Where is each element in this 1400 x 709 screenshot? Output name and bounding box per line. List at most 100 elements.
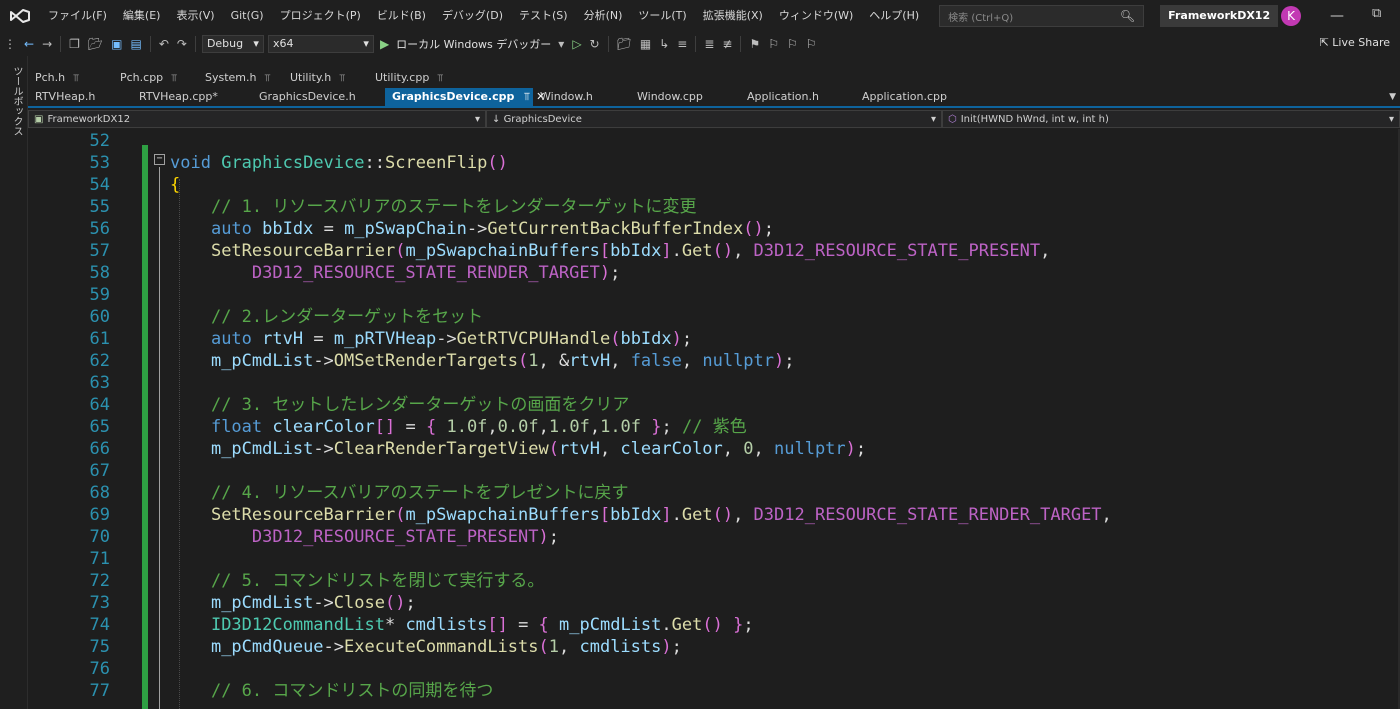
menu-tools[interactable]: ツール(T) (630, 0, 694, 32)
code-line[interactable]: void GraphicsDevice::ScreenFlip() (170, 152, 508, 174)
tab-application-h[interactable]: Application.h (740, 88, 855, 106)
menu-edit[interactable]: 編集(E) (115, 0, 169, 32)
start-debugging-icon[interactable]: ▶ (376, 37, 393, 51)
tab-window-h[interactable]: Window.h (533, 88, 630, 106)
pin-icon[interactable]: ⫪ (520, 90, 530, 103)
code-line[interactable]: { (170, 174, 180, 196)
pinned-tab[interactable]: Pch.cpp ⫪ (113, 71, 198, 84)
tab-rtvheap-cpp[interactable]: RTVHeap.cpp* (132, 88, 252, 106)
clear-bookmarks-icon[interactable]: ⚐ (802, 37, 821, 51)
tab-label: Window.cpp (637, 90, 703, 103)
code-line[interactable]: // 4. リソースバリアのステートをプレゼントに戻す (170, 482, 629, 504)
tab-overflow-chevron-icon[interactable]: ▼ (1389, 92, 1396, 102)
navigate-forward-icon[interactable]: → (38, 37, 56, 51)
code-line[interactable]: // 5. コマンドリストを閉じて実行する。 (170, 570, 544, 592)
code-line[interactable]: SetResourceBarrier(m_pSwapchainBuffers[b… (170, 240, 1050, 262)
line-number: 73 (89, 593, 110, 613)
pin-icon[interactable]: ⫪ (437, 73, 443, 84)
menu-extensions[interactable]: 拡張機能(X) (695, 0, 771, 32)
tab-rtvheap-h[interactable]: RTVHeap.h (28, 88, 132, 106)
redo-icon[interactable]: ↷ (173, 37, 191, 51)
new-project-icon[interactable]: ❐ (65, 37, 84, 51)
menu-view[interactable]: 表示(V) (168, 0, 222, 32)
menu-build[interactable]: ビルド(B) (369, 0, 434, 32)
search-input[interactable]: 検索 (Ctrl+Q) 🔍︎ (939, 5, 1145, 27)
code-line[interactable]: // 6. コマンドリストの同期を待つ (170, 680, 493, 702)
save-all-icon[interactable]: ▤ (126, 37, 145, 51)
restore-icon[interactable]: ⧉ (1372, 6, 1381, 21)
tab-window-cpp[interactable]: Window.cpp (630, 88, 740, 106)
pinned-tab[interactable]: Utility.h ⫪ (283, 71, 368, 84)
code-line[interactable]: m_pCmdList->ClearRenderTargetView(rtvH, … (170, 438, 866, 460)
minimize-icon[interactable]: — (1330, 8, 1344, 24)
menu-analyze[interactable]: 分析(N) (576, 0, 631, 32)
code-line[interactable]: m_pCmdList->OMSetRenderTargets(1, &rtvH,… (170, 350, 795, 372)
code-line[interactable]: SetResourceBarrier(m_pSwapchainBuffers[b… (170, 504, 1112, 526)
save-icon[interactable]: ▣ (107, 37, 126, 51)
code-line[interactable]: float clearColor[] = { 1.0f,0.0f,1.0f,1.… (170, 416, 747, 438)
account-avatar[interactable]: K (1281, 6, 1301, 26)
toolbar-separator (60, 36, 62, 52)
code-line[interactable]: ID3D12CommandList* cmdlists[] = { m_pCmd… (170, 614, 754, 636)
comment-out-icon[interactable]: ≣ (700, 37, 718, 51)
tab-graphicsdevice-cpp[interactable]: GraphicsDevice.cpp ⫪ ✕ (385, 88, 545, 106)
method-icon: ⬡ (948, 113, 957, 125)
line-number: 76 (89, 659, 110, 679)
code-line[interactable]: auto bbIdx = m_pSwapChain->GetCurrentBac… (170, 218, 774, 240)
open-file-icon[interactable]: 📂︎ (84, 37, 107, 51)
previous-bookmark-icon[interactable]: ⚐ (764, 37, 783, 51)
pin-icon[interactable]: ⫪ (171, 73, 177, 84)
menu-help[interactable]: ヘルプ(H) (861, 0, 927, 32)
member-dropdown[interactable]: ⬡ Init(HWND hWnd, int w, int h) ▾ (942, 110, 1400, 128)
bookmark-icon[interactable]: ⚑ (745, 37, 764, 51)
next-bookmark-icon[interactable]: ⚐ (783, 37, 802, 51)
search-icon: 🔍︎ (1119, 9, 1136, 23)
code-line[interactable]: m_pCmdList->Close(); (170, 592, 416, 614)
visual-studio-logo-icon[interactable] (0, 0, 40, 32)
code-line[interactable]: D3D12_RESOURCE_STATE_PRESENT); (170, 526, 559, 548)
menu-project[interactable]: プロジェクト(P) (272, 0, 369, 32)
indent-icon[interactable]: ≡ (673, 37, 691, 51)
code-line[interactable]: auto rtvH = m_pRTVHeap->GetRTVCPUHandle(… (170, 328, 692, 350)
step-icon[interactable]: ↳ (655, 37, 673, 51)
pin-icon[interactable]: ⫪ (339, 73, 345, 84)
start-without-debugging-icon[interactable]: ▷ (568, 37, 585, 51)
hot-reload-icon[interactable]: ↻ (586, 37, 604, 51)
collapse-outline-icon[interactable]: − (154, 154, 165, 165)
project-value: FrameworkDX12 (47, 113, 131, 125)
start-debugging-button[interactable]: ローカル Windows デバッガー (393, 36, 554, 52)
undo-icon[interactable]: ↶ (155, 37, 173, 51)
tab-label: Utility.cpp (375, 70, 430, 84)
code-line[interactable]: // 2.レンダーターゲットをセット (170, 306, 483, 328)
solution-explorer-icon[interactable]: 📁︎ (613, 37, 636, 51)
navigate-back-icon[interactable]: ← (20, 37, 38, 51)
menu-git[interactable]: Git(G) (223, 0, 272, 32)
project-dropdown[interactable]: ▣ FrameworkDX12 ▾ (28, 110, 486, 128)
tab-graphicsdevice-h[interactable]: GraphicsDevice.h (252, 88, 385, 106)
tab-application-cpp[interactable]: Application.cpp (855, 88, 980, 106)
code-line[interactable]: D3D12_RESOURCE_STATE_RENDER_TARGET); (170, 262, 621, 284)
menu-debug[interactable]: デバッグ(D) (434, 0, 511, 32)
tab-label: Utility.h (290, 70, 332, 84)
pinned-tab[interactable]: Pch.h ⫪ (28, 71, 113, 84)
pin-icon[interactable]: ⫪ (265, 73, 271, 84)
uncomment-icon[interactable]: ≢ (718, 37, 736, 51)
menu-window[interactable]: ウィンドウ(W) (771, 0, 861, 32)
pinned-tab[interactable]: Utility.cpp ⫪ (368, 71, 453, 84)
menu-test[interactable]: テスト(S) (511, 0, 576, 32)
pin-icon[interactable]: ⫪ (73, 73, 79, 84)
platform-dropdown[interactable]: x64 ▾ (267, 35, 374, 53)
configuration-dropdown[interactable]: Debug ▾ (201, 35, 264, 53)
code-line[interactable]: // 1. リソースバリアのステートをレンダーターゲットに変更 (170, 196, 697, 218)
pinned-tab[interactable]: System.h ⫪ (198, 71, 283, 84)
code-line[interactable]: // 3. セットしたレンダーターゲットの画面をクリア (170, 394, 629, 416)
chevron-down-icon: ▾ (930, 113, 936, 125)
code-editor[interactable]: 52 53 54 55 56 57 58 59 60 61 62 63 64 65 66 67 68 69 70 71… (28, 129, 1400, 709)
code-line[interactable]: m_pCmdQueue->ExecuteCommandLists(1, cmdl… (170, 636, 682, 658)
scope-dropdown[interactable]: ↓ GraphicsDevice ▾ (486, 110, 942, 128)
menu-file[interactable]: ファイル(F) (40, 0, 115, 32)
window-layout-icon[interactable]: ▦ (636, 37, 655, 51)
toolbox-tab[interactable]: ツールボックス (9, 66, 24, 136)
live-share-button[interactable]: ⇱ Live Share (1320, 36, 1390, 49)
chevron-down-icon[interactable]: ▾ (554, 37, 568, 51)
